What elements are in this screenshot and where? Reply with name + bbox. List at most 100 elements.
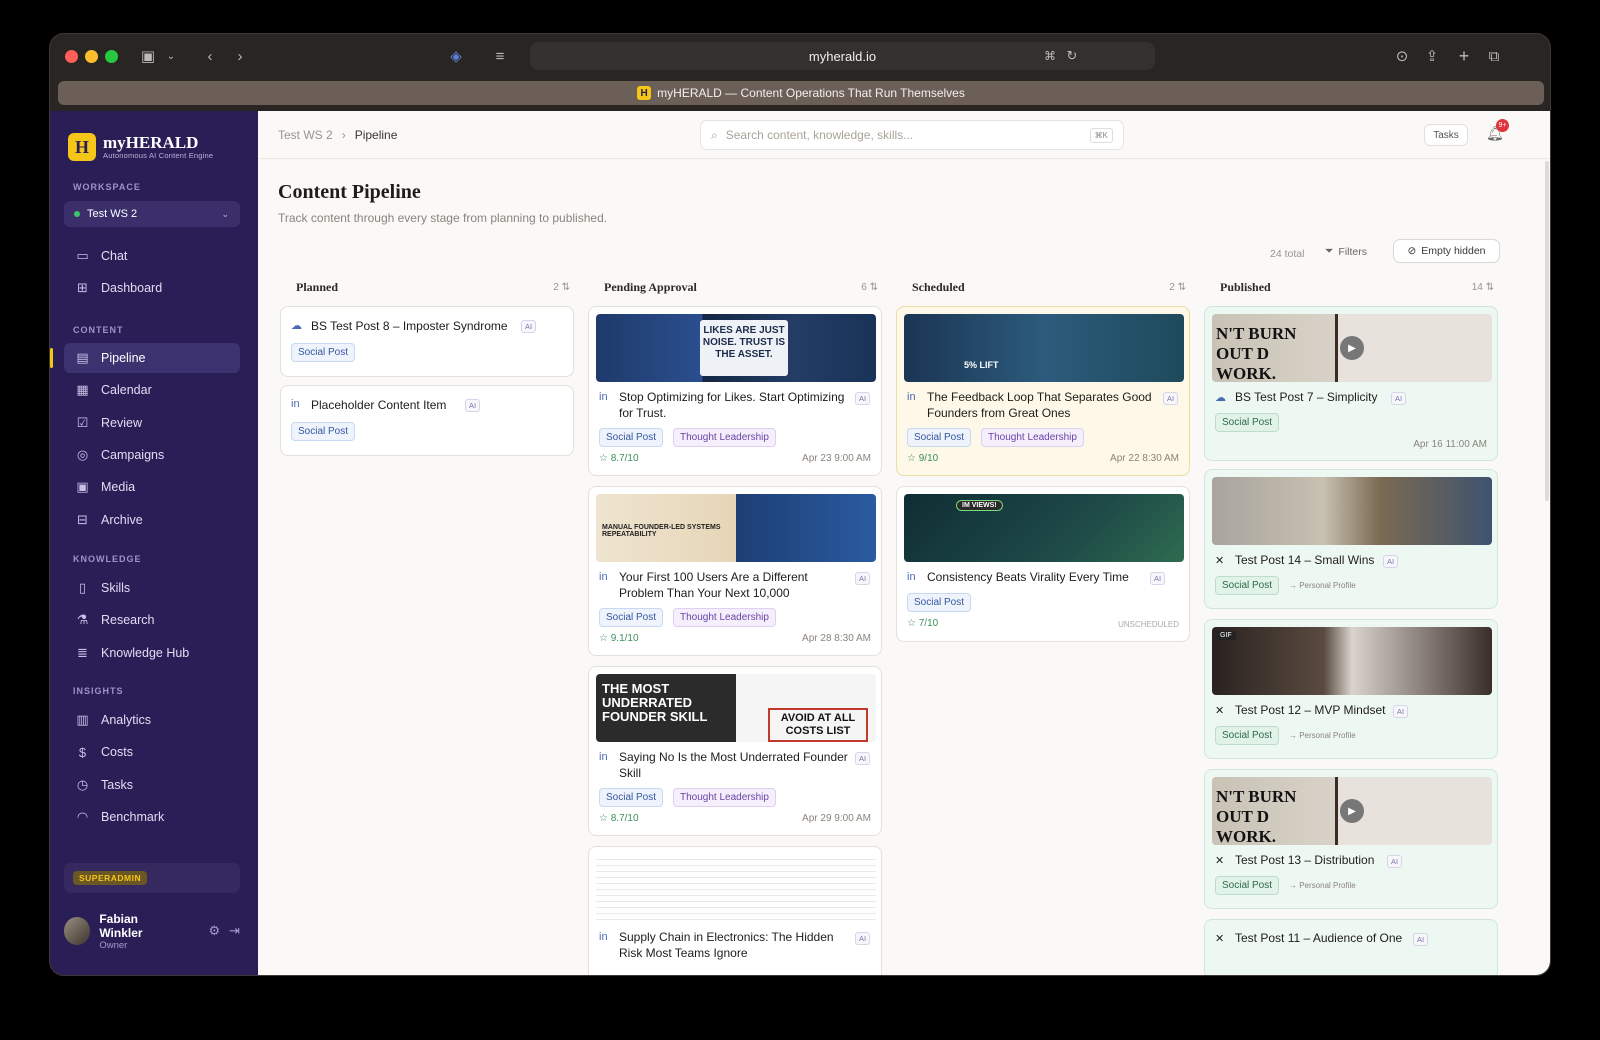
- ai-badge: AI: [521, 320, 537, 333]
- tag-social-post[interactable]: Social Post: [1215, 576, 1280, 595]
- translate-icon[interactable]: ⌘: [1040, 46, 1060, 66]
- tag-social-post[interactable]: Social Post: [1215, 726, 1280, 745]
- content-card[interactable]: MANUAL FOUNDER-LED SYSTEMS REPEATABILITY…: [588, 486, 882, 656]
- tag-thought-leadership[interactable]: Thought Leadership: [673, 428, 776, 447]
- tag-social-post[interactable]: Social Post: [599, 608, 664, 627]
- breadcrumb-workspace[interactable]: Test WS 2: [278, 128, 333, 142]
- tag-thought-leadership[interactable]: Thought Leadership: [673, 608, 776, 627]
- chevron-down-icon[interactable]: ⌄: [164, 46, 178, 66]
- app-logo[interactable]: H myHERALD Autonomous AI Content Engine: [68, 133, 213, 161]
- reader-icon[interactable]: ≡: [490, 46, 510, 66]
- target-icon: ◎: [76, 446, 89, 462]
- sidebar-item-dashboard[interactable]: ⊞ Dashboard: [64, 273, 240, 303]
- filters-button[interactable]: ⏷ Filters: [1325, 245, 1367, 258]
- settings-gear-icon[interactable]: ⚙: [208, 923, 220, 939]
- sort-icon[interactable]: ⇅: [562, 282, 570, 293]
- tag-social-post[interactable]: Social Post: [291, 343, 356, 362]
- thumbnail-caption: LIKES ARE JUST NOISE. TRUST IS THE ASSET…: [700, 320, 788, 376]
- sidebar-item-knowledge-hub[interactable]: ≣ Knowledge Hub: [64, 638, 240, 668]
- tag-thought-leadership[interactable]: Thought Leadership: [981, 428, 1084, 447]
- sidebar-item-chat[interactable]: ▭ Chat: [64, 241, 240, 271]
- back-arrow-icon[interactable]: ‹: [200, 46, 220, 66]
- publish-time: 11:00 AM: [1445, 439, 1487, 450]
- forward-arrow-icon[interactable]: ›: [230, 46, 250, 66]
- content-card[interactable]: N'T BURN OUT D WORK. ▶ ☁ BS Test Post 7 …: [1204, 306, 1498, 461]
- card-title: Stop Optimizing for Likes. Start Optimiz…: [619, 390, 845, 420]
- tag-social-post[interactable]: Social Post: [291, 422, 356, 441]
- minimize-window-button[interactable]: [85, 50, 98, 63]
- url-text: myherald.io: [808, 48, 877, 64]
- publish-date: Apr 23: [802, 453, 832, 464]
- sidebar-item-analytics[interactable]: ▥ Analytics: [64, 705, 240, 735]
- empty-hidden-toggle[interactable]: ⊘ Empty hidden: [1393, 239, 1500, 263]
- sidebar-item-pipeline[interactable]: ▤ Pipeline: [50, 343, 240, 373]
- sidebar-item-media[interactable]: ▣ Media: [64, 472, 240, 502]
- column-count: 14: [1471, 281, 1483, 293]
- share-icon[interactable]: ⇪: [1422, 46, 1442, 66]
- content-card[interactable]: THE MOST UNDERRATED FOUNDER SKILL AVOID …: [588, 666, 882, 836]
- sort-icon[interactable]: ⇅: [1178, 282, 1186, 293]
- tab-banner[interactable]: HmyHERALD — Content Operations That Run …: [58, 81, 1544, 105]
- sort-icon[interactable]: ⇅: [1486, 282, 1494, 293]
- sort-icon[interactable]: ⇅: [870, 282, 878, 293]
- sidebar-item-review[interactable]: ☑ Review: [64, 408, 240, 438]
- sidebar-item-benchmark[interactable]: ◠ Benchmark: [64, 802, 240, 832]
- content-card[interactable]: ✕ Test Post 11 – Audience of One AI: [1204, 919, 1498, 975]
- sidebar-item-costs[interactable]: $ Costs: [64, 737, 240, 767]
- card-title: The Feedback Loop That Separates Good Fo…: [927, 390, 1152, 420]
- sidebar-toggle-icon[interactable]: ▣: [138, 46, 158, 66]
- tag-thought-leadership[interactable]: Thought Leadership: [673, 788, 776, 807]
- column-title: Published: [1220, 279, 1271, 294]
- tag-social-post[interactable]: Social Post: [1215, 413, 1280, 432]
- banner-logo-icon: H: [637, 86, 652, 100]
- sidebar-item-tasks[interactable]: ◷ Tasks: [64, 770, 240, 800]
- status-dot: [74, 211, 80, 217]
- publish-time: 9:00 AM: [834, 453, 871, 464]
- content-card[interactable]: in Supply Chain in Electronics: The Hidd…: [588, 846, 882, 975]
- content-card[interactable]: in Placeholder Content Item AI Social Po…: [280, 385, 574, 456]
- content-card[interactable]: ✕ Test Post 14 – Small Wins AI Social Po…: [1204, 469, 1498, 609]
- sidebar-item-archive[interactable]: ⊟ Archive: [64, 505, 240, 535]
- sidebar-item-skills[interactable]: ▯ Skills: [64, 573, 240, 603]
- sidebar-item-calendar[interactable]: ▦ Calendar: [64, 375, 240, 405]
- zoom-window-button[interactable]: [105, 50, 118, 63]
- sidebar-item-label: Skills: [101, 581, 131, 595]
- bluesky-cloud-icon: ☁: [1215, 392, 1226, 404]
- scrollbar[interactable]: [1545, 161, 1549, 501]
- content-card[interactable]: 5% LIFT in The Feedback Loop That Separa…: [896, 306, 1190, 476]
- play-icon[interactable]: ▶: [1340, 336, 1364, 360]
- new-tab-icon[interactable]: +: [1454, 46, 1474, 66]
- tasks-button[interactable]: Tasks: [1424, 124, 1468, 146]
- sidebar-item-campaigns[interactable]: ◎ Campaigns: [64, 440, 240, 470]
- tag-social-post[interactable]: Social Post: [907, 593, 972, 612]
- search-input[interactable]: ⌕ Search content, knowledge, skills... ⌘K: [700, 120, 1124, 150]
- card-thumbnail: [596, 854, 876, 922]
- workspace-select[interactable]: Test WS 2 ⌄: [64, 201, 240, 227]
- tag-social-post[interactable]: Social Post: [599, 428, 664, 447]
- play-icon[interactable]: ▶: [1340, 799, 1364, 823]
- card-thumbnail: THE MOST UNDERRATED FOUNDER SKILL AVOID …: [596, 674, 876, 742]
- tag-social-post[interactable]: Social Post: [1215, 876, 1280, 895]
- quality-score: 9/10: [918, 453, 939, 464]
- close-window-button[interactable]: [65, 50, 78, 63]
- shield-icon[interactable]: ◈: [446, 46, 466, 66]
- content-card[interactable]: GIF ✕ Test Post 12 – MVP Mindset AI Soci…: [1204, 619, 1498, 759]
- ai-badge: AI: [465, 399, 481, 412]
- sidebar-item-label: Review: [101, 415, 142, 430]
- download-icon[interactable]: ⊙: [1392, 46, 1412, 66]
- sidebar-item-research[interactable]: ⚗ Research: [64, 605, 240, 635]
- content-card[interactable]: LIKES ARE JUST NOISE. TRUST IS THE ASSET…: [588, 306, 882, 476]
- content-card[interactable]: IM VIEWS! in Consistency Beats Virality …: [896, 486, 1190, 642]
- content-card[interactable]: ☁ BS Test Post 8 – Imposter Syndrome AI …: [280, 306, 574, 377]
- user-profile[interactable]: Fabian Winkler Owner ⚙ ⇥: [64, 911, 240, 951]
- tag-social-post[interactable]: Social Post: [907, 428, 972, 447]
- star-icon: ☆: [599, 813, 608, 824]
- logout-icon[interactable]: ⇥: [229, 923, 240, 939]
- tag-social-post[interactable]: Social Post: [599, 788, 664, 807]
- tabs-overview-icon[interactable]: ⧉: [1484, 46, 1504, 66]
- content-card[interactable]: N'T BURN OUT D WORK. ▶ ✕ Test Post 13 – …: [1204, 769, 1498, 909]
- linkedin-icon: in: [599, 931, 608, 943]
- pipeline-icon: ▤: [76, 350, 89, 365]
- bar-chart-icon: ▥: [76, 712, 89, 727]
- reload-icon[interactable]: ↻: [1062, 46, 1082, 66]
